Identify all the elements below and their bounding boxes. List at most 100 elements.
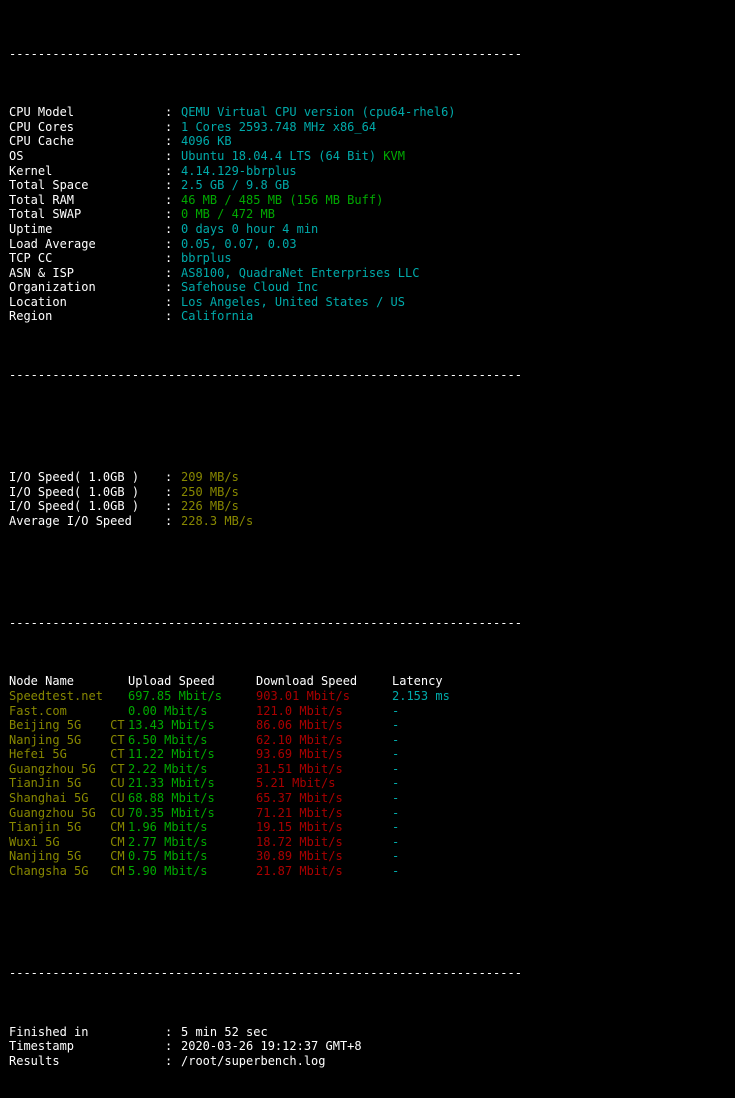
speedtest-row: Guangzhou 5G CT 2.22 Mbit/s 31.51 Mbit/s - [0, 762, 735, 777]
sysinfo-label: Total RAM [9, 192, 75, 207]
speedtest-row: Shanghai 5G CU 68.88 Mbit/s 65.37 Mbit/s - [0, 791, 735, 806]
io-speed-label: Average I/O Speed [9, 513, 132, 528]
speedtest-node-name: Nanjing 5G CT [9, 732, 125, 747]
sysinfo-value: AS8100, QuadraNet Enterprises LLC [181, 265, 420, 280]
sysinfo-separator: : [165, 178, 173, 193]
sysinfo-separator: : [165, 251, 173, 266]
sysinfo-row: Uptime:0 days 0 hour 4 min [0, 222, 735, 237]
speedtest-download-speed: 31.51 Mbit/s [256, 761, 343, 776]
summary-label: Finished in [9, 1024, 89, 1039]
io-speed-label: I/O Speed( 1.0GB ) [9, 484, 140, 499]
sysinfo-value: Ubuntu 18.04.4 LTS (64 Bit) [181, 148, 377, 163]
sysinfo-label: ASN & ISP [9, 265, 75, 280]
sysinfo-label: Total SWAP [9, 207, 82, 222]
sysinfo-value-suffix: KVM [376, 148, 405, 163]
sysinfo-value: 0 days 0 hour 4 min [181, 221, 319, 236]
summary-separator: : [165, 1039, 173, 1054]
io-speed-value: 228.3 MB/s [181, 513, 254, 528]
speedtest-download-speed: 65.37 Mbit/s [256, 791, 343, 806]
speedtest-node-name: Tianjin 5G CM [9, 820, 125, 835]
summary-separator: : [165, 1053, 173, 1068]
speedtest-node-name: Beijing 5G CT [9, 718, 125, 733]
sysinfo-separator: : [165, 294, 173, 309]
speedtest-node-name: Nanjing 5G CM [9, 849, 125, 864]
column-header-download-speed: Download Speed [256, 674, 358, 689]
io-speed-separator: : [165, 470, 173, 484]
sysinfo-value: California [181, 309, 254, 324]
sysinfo-row: Kernel:4.14.129-bbrplus [0, 164, 735, 179]
sysinfo-row: ASN & ISP: AS8100, QuadraNet Enterprises … [0, 266, 735, 281]
sysinfo-label: Load Average [9, 236, 96, 251]
sysinfo-value: Los Angeles, United States / US [181, 294, 405, 309]
io-speed-label: I/O Speed( 1.0GB ) [9, 499, 140, 514]
speedtest-node-name: Wuxi 5G CM [9, 834, 125, 849]
speedtest-row: Hefei 5G CT 11.22 Mbit/s 93.69 Mbit/s - [0, 747, 735, 762]
speedtest-latency: - [392, 761, 400, 776]
sysinfo-row: Total RAM:46 MB / 485 MB (156 MB Buff) [0, 193, 735, 208]
speedtest-row: Fast.com 0.00 Mbit/s 121.0 Mbit/s - [0, 704, 735, 719]
speedtest-latency: - [392, 776, 400, 791]
column-header-upload-speed: Upload Speed [128, 674, 215, 689]
io-speed-value: 209 MB/s [181, 470, 239, 484]
speedtest-upload-speed: 11.22 Mbit/s [128, 747, 215, 762]
speedtest-latency: - [392, 820, 400, 835]
summary-row: Results: /root/superbench.log [0, 1054, 735, 1069]
speedtest-latency: - [392, 791, 400, 806]
speedtest-latency: - [392, 834, 400, 849]
sysinfo-separator: : [165, 309, 173, 324]
sysinfo-separator: : [165, 163, 173, 178]
speedtest-upload-speed: 2.22 Mbit/s [128, 761, 208, 776]
sysinfo-row: CPU Cache:4096 KB [0, 134, 735, 149]
speedtest-latency: - [392, 864, 400, 879]
sysinfo-separator: : [165, 207, 173, 222]
sysinfo-row: CPU Cores:1 Cores 2593.748 MHz x86_64 [0, 120, 735, 135]
speedtest-download-speed: 71.21 Mbit/s [256, 805, 343, 820]
speedtest-row: Nanjing 5G CT 6.50 Mbit/s 62.10 Mbit/s - [0, 733, 735, 748]
io-speed-separator: : [165, 499, 173, 514]
sysinfo-label: Uptime [9, 221, 53, 236]
speedtest-node-name: Fast.com [9, 703, 111, 718]
speedtest-row: TianJin 5G CU 21.33 Mbit/s 5.21 Mbit/s - [0, 776, 735, 791]
summary-value: 2020-03-26 19:12:37 GMT+8 [181, 1039, 362, 1054]
sysinfo-separator: : [165, 265, 173, 280]
speedtest-upload-speed: 70.35 Mbit/s [128, 805, 215, 820]
speedtest-row: Wuxi 5G CM 2.77 Mbit/s 18.72 Mbit/s - [0, 835, 735, 850]
speedtest-download-speed: 121.0 Mbit/s [256, 703, 343, 718]
summary-value: /root/superbench.log [181, 1053, 326, 1068]
column-header-latency: Latency [392, 674, 443, 689]
sysinfo-separator: : [165, 148, 173, 163]
sysinfo-row: Region: California [0, 309, 735, 324]
sysinfo-row: CPU Model: QEMU Virtual CPU version (cpu6… [0, 105, 735, 120]
summary-row: Finished in:5 min 52 sec [0, 1025, 735, 1040]
speedtest-row: Changsha 5G CM 5.90 Mbit/s 21.87 Mbit/s - [0, 864, 735, 879]
speedtest-latency: - [392, 849, 400, 864]
io-speed-separator: : [165, 513, 173, 528]
summary-label: Results [9, 1053, 60, 1068]
io-speed-value: 250 MB/s [181, 484, 239, 499]
sysinfo-separator: : [165, 221, 173, 236]
speedtest-node-name: Guangzhou 5G CU [9, 805, 125, 820]
sysinfo-label: CPU Cache [9, 134, 75, 149]
summary-row: Timestamp:2020-03-26 19:12:37 GMT+8 [0, 1039, 735, 1054]
speedtest-upload-speed: 68.88 Mbit/s [128, 791, 215, 806]
speedtest-upload-speed: 13.43 Mbit/s [128, 718, 215, 733]
io-speed-separator: : [165, 484, 173, 499]
speedtest-latency: - [392, 718, 400, 733]
sysinfo-label: Organization [9, 280, 96, 295]
sysinfo-row: Location: Los Angeles, United States / US [0, 295, 735, 310]
sysinfo-label: Region [9, 309, 53, 324]
sysinfo-label: Kernel [9, 163, 53, 178]
sysinfo-separator: : [165, 105, 173, 120]
speedtest-node-name: Guangzhou 5G CT [9, 761, 125, 776]
sysinfo-row: Total SWAP:0 MB / 472 MB [0, 207, 735, 222]
sysinfo-value: bbrplus [181, 251, 232, 266]
sysinfo-label: TCP CC [9, 251, 53, 266]
sysinfo-row: Organization: Safehouse Cloud Inc [0, 280, 735, 295]
speedtest-upload-speed: 2.77 Mbit/s [128, 834, 208, 849]
divider-after-io: ----------------------------------------… [9, 615, 522, 630]
speedtest-section: Node Name Upload Speed Download Speed Laten… [0, 674, 735, 878]
sysinfo-value: 1 Cores 2593.748 MHz x86_64 [181, 119, 377, 134]
speedtest-download-speed: 86.06 Mbit/s [256, 718, 343, 733]
